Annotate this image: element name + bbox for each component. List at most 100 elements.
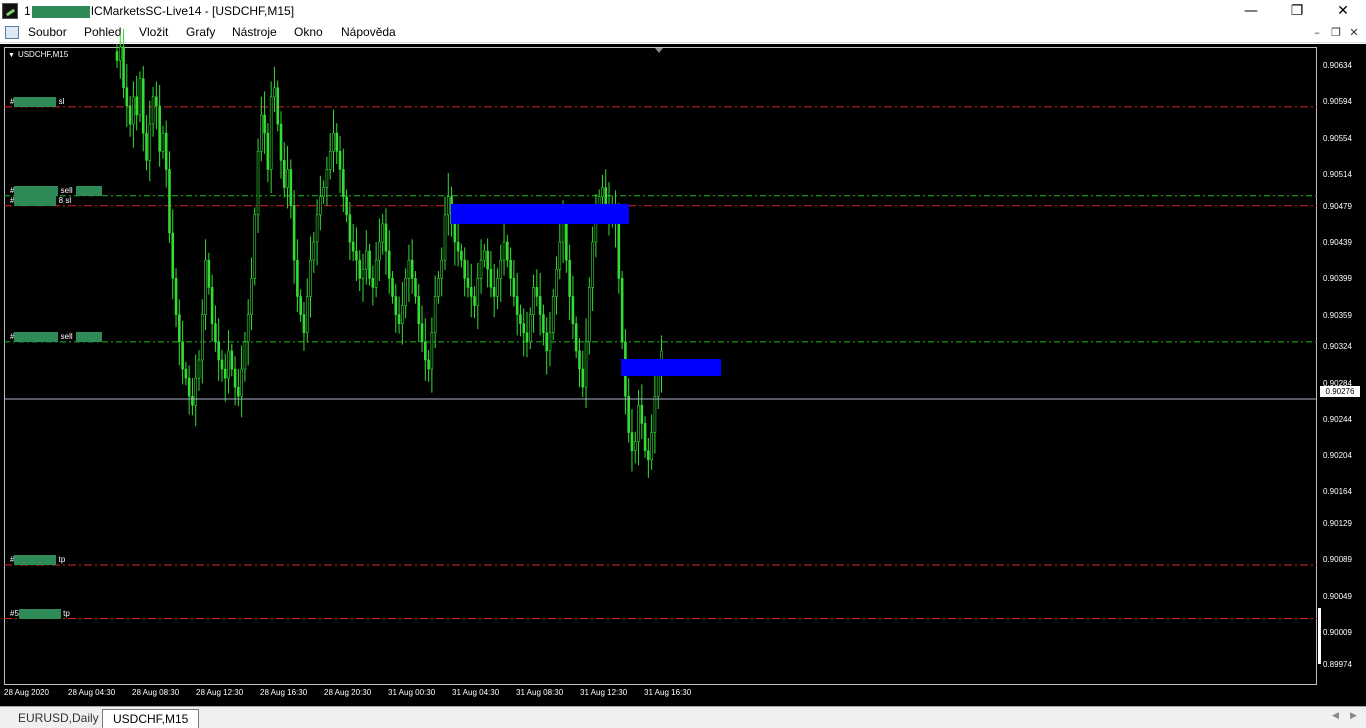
order-label-tp[interactable]: # tp [10,555,65,565]
candle [141,66,145,152]
candle-body [545,332,548,352]
candle-body [417,296,421,324]
candle [512,260,516,307]
candle-body [407,259,411,279]
candle [296,239,299,312]
candle [158,85,161,167]
candle [240,345,243,418]
candle-body [424,341,427,361]
candle [345,189,348,223]
candle-body [250,278,253,315]
time-scale[interactable]: 28 Aug 2020 28 Aug 04:30 28 Aug 08:30 28 Au… [0,685,1317,705]
candle [424,318,427,381]
candle-body [171,232,175,279]
candle-body [489,268,493,288]
candle-body [266,132,270,170]
order-label-sell[interactable]: # sell [10,331,102,342]
candle [387,230,391,294]
candle [440,247,444,297]
candle-body [404,278,407,306]
time-tick-label: 31 Aug 12:30 [580,688,628,697]
candle-body [397,314,401,324]
price-scale[interactable]: 0.90276 0.90634 0.90594 0.90554 0.90514 0.90… [1317,47,1366,685]
time-tick-label: 28 Aug 2020 [4,688,49,697]
order-label-tp[interactable]: #5 tp [10,608,70,619]
candle [319,175,322,231]
candle [125,64,129,127]
candle-body [214,323,217,343]
candle [128,95,132,137]
candle-body [135,96,138,116]
candle-body [492,287,496,297]
candle-body [174,278,178,315]
candle [230,343,234,377]
candle [446,173,450,236]
candle [633,431,637,464]
candle [148,100,152,182]
price-tick-label: 0.90284 [1323,378,1352,388]
candle [476,262,480,330]
candle-body [542,314,545,334]
candle-body [138,78,142,116]
time-tick-label: 31 Aug 08:30 [516,688,564,697]
candle [246,299,250,366]
candle-body [446,196,450,216]
candle-body [309,259,312,297]
candle [417,283,421,342]
candle-body [256,150,260,216]
candle [338,135,342,194]
candle-body [351,241,355,252]
candle-body [230,350,234,370]
candle [299,289,302,322]
candle [532,274,535,333]
order-label-sell[interactable]: # sell [10,185,102,196]
candle-body [371,278,375,288]
order-label-sl[interactable]: # sl [10,96,64,107]
candle [315,199,319,266]
candle-body [591,241,594,288]
candle-body [394,296,398,315]
price-zone-rectangle[interactable] [621,359,721,376]
candle [627,378,630,443]
candle-body [187,377,191,397]
candle [551,289,555,341]
chart-tab-bar: EURUSD,Daily USDCHF,M15 ◀ ▶ [0,706,1366,728]
price-chart-svg[interactable] [0,0,1366,728]
candle-body [325,169,329,188]
price-tick-label: 0.90359 [1323,310,1352,320]
candle-body [633,441,637,451]
candle-body [125,87,129,107]
candle [401,281,404,345]
tab-eurusd-daily[interactable]: EURUSD,Daily [8,709,109,728]
candle-body [414,278,417,297]
candle [361,253,365,302]
candle-body [168,169,171,234]
candle [151,86,155,137]
candle [637,389,640,466]
candle-body [260,114,263,152]
candle [138,71,142,123]
candle [200,299,204,384]
candle [427,349,430,382]
candle [473,286,476,319]
candle-body [132,96,135,125]
time-tick-label: 31 Aug 00:30 [388,688,436,697]
candle [204,239,207,331]
candle [466,260,470,298]
order-type-text: sell [58,185,73,195]
tab-usdchf-m15[interactable]: USDCHF,M15 [102,709,200,728]
candle-body [584,341,588,388]
chart-shift-marker[interactable] [655,48,663,53]
price-tick-label: 0.90514 [1323,169,1352,179]
tab-scroll-left-icon[interactable]: ◀ [1332,711,1339,721]
candle-body [502,241,506,261]
candle-body [289,169,293,207]
order-label-sl[interactable]: # 8 sl [10,195,71,206]
candle [420,305,424,352]
candle [515,272,519,336]
tab-scroll-right-icon[interactable]: ▶ [1350,711,1357,721]
candle [433,275,437,349]
price-zone-rectangle[interactable] [451,204,629,224]
candle-body [391,278,394,297]
candle [233,356,237,406]
